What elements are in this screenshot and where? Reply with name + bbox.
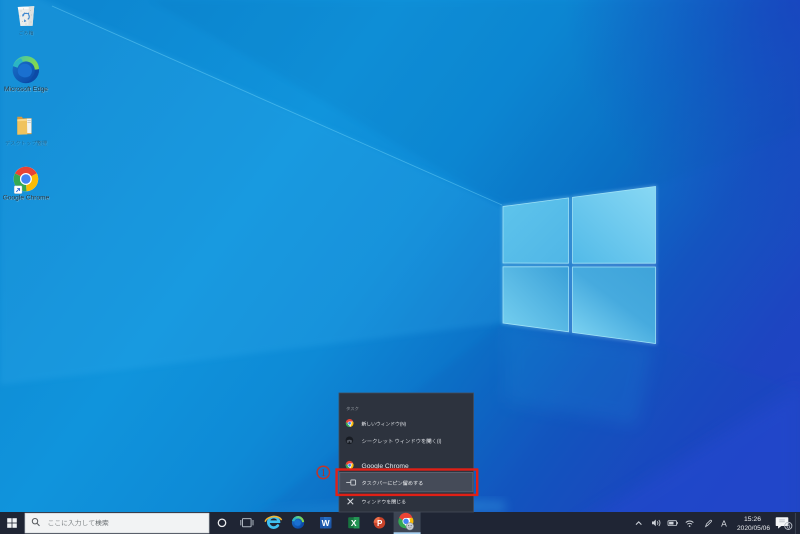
svg-text:1: 1 xyxy=(321,468,326,479)
svg-text:15:26: 15:26 xyxy=(744,516,761,523)
svg-text:W: W xyxy=(322,518,331,528)
svg-text:P: P xyxy=(377,519,383,528)
svg-text:Google Chrome: Google Chrome xyxy=(3,195,50,202)
svg-text:Microsoft Edge: Microsoft Edge xyxy=(4,86,48,93)
svg-text:6: 6 xyxy=(786,524,790,531)
svg-text:2020/05/06: 2020/05/06 xyxy=(737,525,770,532)
svg-text:X: X xyxy=(351,518,357,528)
svg-text:A: A xyxy=(721,519,727,529)
